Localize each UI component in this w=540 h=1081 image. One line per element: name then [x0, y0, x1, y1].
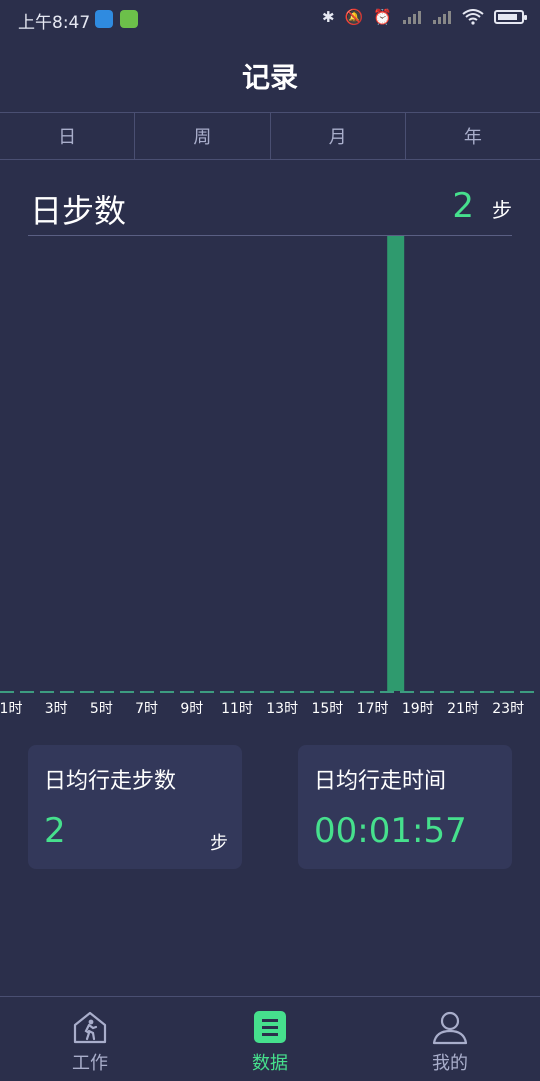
x-tick-label: 9时 [180, 701, 204, 717]
steps-unit: 步 [492, 198, 512, 222]
avg-time-card: 日均行走时间 00:01:57 [298, 745, 512, 869]
user-icon [432, 1011, 468, 1045]
x-tick-label: 7时 [135, 701, 159, 717]
nav-data-label: 数据 [252, 1053, 288, 1074]
nav-work-label: 工作 [72, 1053, 108, 1074]
bottom-nav: 工作 数据 我的 [0, 996, 540, 1081]
wifi-icon [462, 9, 484, 25]
nav-data[interactable]: 数据 [180, 997, 360, 1081]
browser-app-icon [95, 10, 113, 28]
signal-icon-2 [433, 11, 451, 24]
tab-month[interactable]: 月 [269, 113, 405, 159]
battery-icon [494, 10, 527, 24]
status-bar: 上午8:47 ✱ 🔕 ⏰ [0, 0, 540, 38]
avg-time-title: 日均行走时间 [314, 769, 447, 794]
avg-steps-title: 日均行走步数 [44, 769, 177, 794]
tab-year[interactable]: 年 [404, 113, 540, 159]
x-tick-label: 21时 [447, 701, 479, 717]
x-tick-label: 23时 [492, 701, 525, 717]
tab-day[interactable]: 日 [0, 113, 134, 159]
x-tick-label: 3时 [44, 701, 68, 717]
nav-work[interactable]: 工作 [0, 997, 180, 1081]
hourly-steps-chart [387, 236, 405, 691]
alarm-icon: ⏰ [373, 8, 392, 26]
avg-steps-card: 日均行走步数 2 步 [28, 745, 242, 869]
chart-x-axis: 1时 3时 5时 7时 9时 11时 13时 15时 17时 19时 21时 23时 [0, 698, 540, 722]
x-tick-label: 11时 [221, 701, 253, 717]
x-tick-label: 13时 [266, 701, 299, 717]
steps-title: 日步数 [30, 192, 127, 230]
home-walk-icon [73, 1011, 107, 1044]
period-tabs: 日 周 月 年 [0, 112, 540, 160]
avg-steps-unit: 步 [210, 833, 228, 854]
x-tick-label: 17时 [356, 701, 389, 717]
page-title: 记录 [241, 61, 298, 94]
nav-me[interactable]: 我的 [360, 997, 540, 1081]
tab-week[interactable]: 周 [134, 113, 269, 159]
avg-time-value: 00:01:57 [314, 811, 467, 851]
chart-bar-hour-18 [387, 236, 405, 691]
steps-total-value: 2 [452, 186, 474, 226]
signal-icon [403, 11, 421, 24]
x-tick-label: 19时 [401, 701, 434, 717]
market-app-icon [120, 10, 138, 28]
avg-steps-value: 2 [44, 811, 66, 851]
chart-baseline [0, 691, 540, 693]
mute-icon: 🔕 [344, 8, 364, 26]
nav-me-label: 我的 [432, 1053, 468, 1074]
x-tick-label: 15时 [311, 701, 344, 717]
x-tick-label: 1时 [0, 701, 23, 717]
bluetooth-icon: ✱ [322, 8, 335, 26]
x-tick-label: 5时 [89, 701, 113, 717]
list-icon [254, 1011, 286, 1043]
status-time: 上午8:47 [18, 13, 91, 33]
